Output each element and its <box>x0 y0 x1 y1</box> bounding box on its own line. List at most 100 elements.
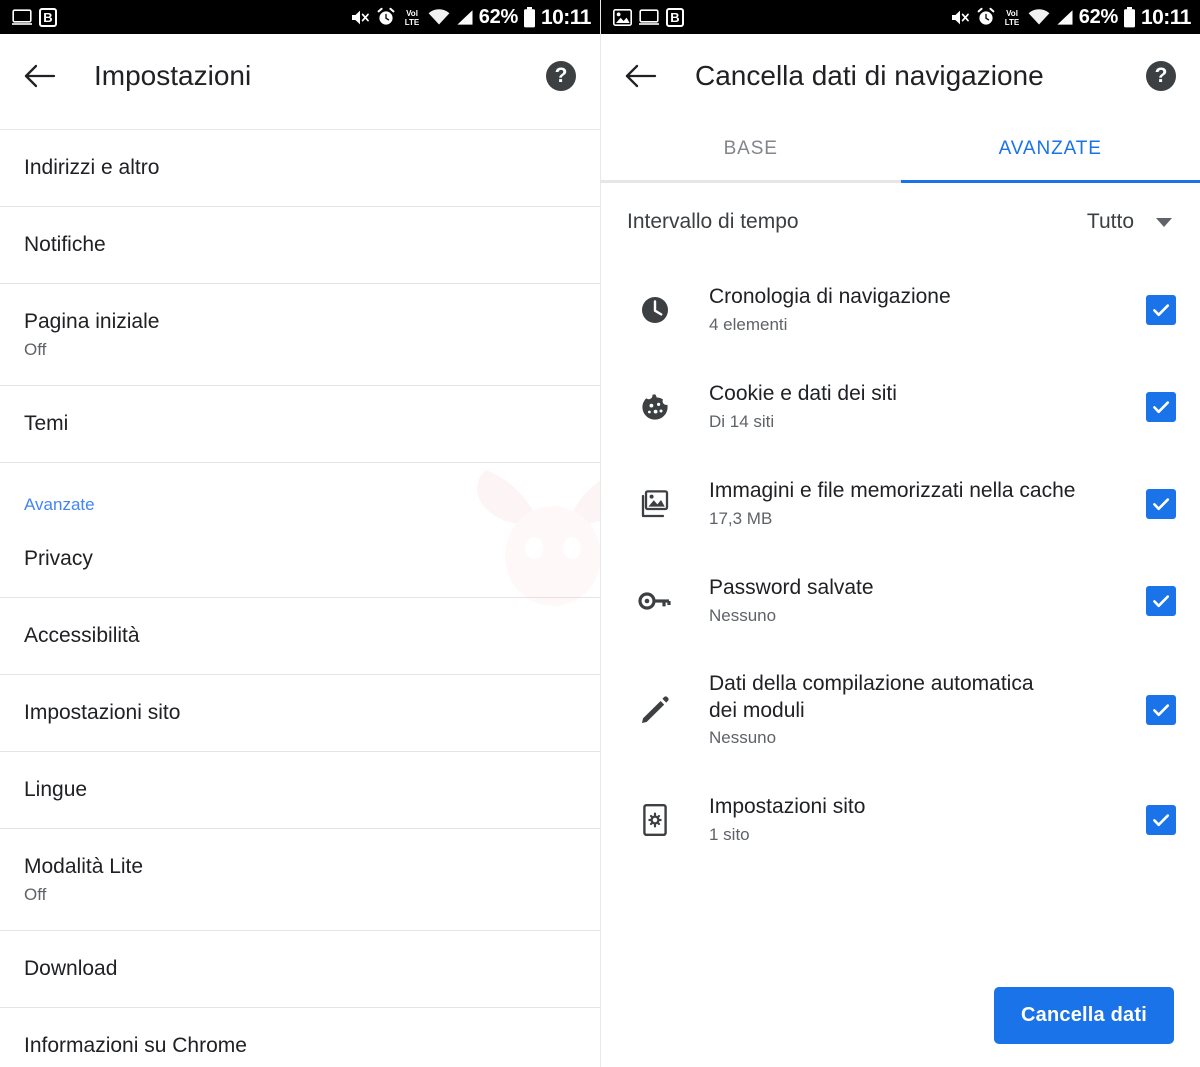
settings-item-label: Impostazioni sito <box>24 700 181 724</box>
svg-text:LTE: LTE <box>405 18 420 27</box>
clear-item-title: Cookie e dati dei siti <box>709 381 897 405</box>
settings-list[interactable]: Indirizzi e altro Notifiche Pagina inizi… <box>0 117 600 1067</box>
pencil-icon <box>627 694 683 726</box>
status-bar-left-icons: B <box>613 7 684 27</box>
clear-data-button[interactable]: Cancella dati <box>994 987 1174 1044</box>
wifi-icon <box>428 8 450 26</box>
battery-percent: 62% <box>1078 6 1118 28</box>
checkbox-cronologia[interactable] <box>1146 294 1176 325</box>
clear-item-sub: 4 elementi <box>709 314 788 334</box>
clear-item-title: Impostazioni sito <box>709 794 866 818</box>
boxed-b-icon: B <box>39 7 57 27</box>
back-arrow-icon[interactable] <box>24 63 68 89</box>
clear-item-password[interactable]: Password salvate Nessuno <box>601 552 1200 649</box>
settings-item-label: Informazioni su Chrome <box>24 1033 247 1057</box>
signal-icon <box>455 9 474 26</box>
site-settings-icon <box>627 803 683 837</box>
tab-base[interactable]: BASE <box>601 117 901 180</box>
tab-avanzate[interactable]: AVANZATE <box>901 117 1200 180</box>
status-bar-clock: 10:11 <box>540 5 592 29</box>
clear-item-sub: 17,3 MB <box>709 508 773 528</box>
tab-bar: BASE AVANZATE <box>601 117 1200 180</box>
time-range-selector[interactable]: Intervallo di tempo Tutto <box>601 183 1200 261</box>
battery-percent: 62% <box>478 6 518 28</box>
chevron-down-icon[interactable] <box>1156 217 1172 227</box>
status-bar-left: B Vol LTE 62% 10:11 <box>0 0 600 34</box>
settings-item-label: Accessibilità <box>24 623 140 647</box>
time-range-value: Tutto <box>1086 210 1134 233</box>
wifi-icon <box>1028 8 1050 26</box>
mute-icon <box>950 8 971 27</box>
settings-item-label: Privacy <box>24 546 93 570</box>
clear-item-impostazioni-sito[interactable]: Impostazioni sito 1 sito <box>601 771 1200 868</box>
image-icon <box>613 8 632 26</box>
settings-item-pagina-iniziale[interactable]: Pagina iniziale Off <box>0 284 600 385</box>
clear-item-sub: Nessuno <box>709 728 777 748</box>
checkbox-cache[interactable] <box>1146 488 1176 519</box>
settings-item-privacy[interactable]: Privacy <box>0 521 600 597</box>
checkbox-compilazione-automatica[interactable] <box>1146 695 1176 725</box>
time-range-label: Intervallo di tempo <box>627 210 799 233</box>
svg-text:Vol: Vol <box>1006 9 1018 18</box>
settings-item-temi[interactable]: Temi <box>0 386 600 462</box>
settings-item-lingue[interactable]: Lingue <box>0 752 600 828</box>
settings-item-sublabel: Off <box>24 884 47 904</box>
settings-item-label: Temi <box>24 411 69 435</box>
clear-item-text: Immagini e file memorizzati nella cache … <box>683 478 1146 529</box>
settings-item-label: Pagina iniziale <box>24 309 160 333</box>
page-title: Cancella dati di navigazione <box>695 59 1044 91</box>
settings-item-download[interactable]: Download <box>0 931 600 1007</box>
page-title: Impostazioni <box>94 59 252 91</box>
clear-item-text: Dati della compilazione automatica dei m… <box>683 671 1146 749</box>
clear-item-title: Immagini e file memorizzati nella cache <box>709 478 1076 502</box>
battery-icon <box>523 6 536 28</box>
clock-icon <box>627 294 683 326</box>
alarm-icon <box>376 7 396 27</box>
settings-item-label: Lingue <box>24 777 88 801</box>
help-circle-icon[interactable]: ? <box>1144 60 1178 91</box>
clear-item-sub: Nessuno <box>709 605 777 625</box>
checkbox-impostazioni-sito[interactable] <box>1146 804 1176 835</box>
settings-item-impostazioni-sito[interactable]: Impostazioni sito <box>0 675 600 751</box>
settings-item-notifiche[interactable]: Notifiche <box>0 207 600 283</box>
clear-item-title: Password salvate <box>709 575 874 599</box>
back-arrow-icon[interactable] <box>625 63 669 89</box>
dual-screenshot-container: B Vol LTE 62% 10:11 Impostazioni ? Indir… <box>0 0 1200 1067</box>
status-bar-right-panel: B Vol LTE 62% 10:11 <box>601 0 1200 34</box>
volte-icon: Vol LTE <box>1001 7 1023 27</box>
help-circle-icon[interactable]: ? <box>544 60 578 91</box>
list-top-strip <box>0 117 600 130</box>
image-icon <box>627 488 683 520</box>
settings-item-indirizzi[interactable]: Indirizzi e altro <box>0 130 600 206</box>
left-panel-settings: B Vol LTE 62% 10:11 Impostazioni ? Indir… <box>0 0 600 1067</box>
help-glyph: ? <box>546 60 576 91</box>
clear-item-text: Cronologia di navigazione 4 elementi <box>683 284 1146 335</box>
boxed-b-icon: B <box>666 7 684 27</box>
settings-item-informazioni-chrome[interactable]: Informazioni su Chrome <box>0 1008 600 1067</box>
checkbox-cookie[interactable] <box>1146 391 1176 422</box>
settings-item-label: Notifiche <box>24 232 106 256</box>
settings-item-accessibilita[interactable]: Accessibilità <box>0 598 600 674</box>
tab-underline-inactive <box>601 180 901 183</box>
action-bar: Cancella dati <box>994 987 1174 1044</box>
status-bar-clock: 10:11 <box>1140 5 1192 29</box>
cast-screen-icon <box>639 9 659 25</box>
right-panel-clear-browsing-data: B Vol LTE 62% 10:11 Cancella dati di nav… <box>600 0 1200 1067</box>
cookie-icon <box>627 391 683 423</box>
clear-item-title: Cronologia di navigazione <box>709 284 951 308</box>
clear-item-cache[interactable]: Immagini e file memorizzati nella cache … <box>601 455 1200 552</box>
clear-item-text: Impostazioni sito 1 sito <box>683 794 1146 845</box>
checkbox-password[interactable] <box>1146 585 1176 616</box>
app-bar-settings: Impostazioni ? <box>0 34 600 117</box>
battery-icon <box>1123 6 1136 28</box>
clear-item-text: Cookie e dati dei siti Di 14 siti <box>683 381 1146 432</box>
mute-icon <box>350 8 371 27</box>
clear-item-cookie[interactable]: Cookie e dati dei siti Di 14 siti <box>601 358 1200 455</box>
clear-item-sub: 1 sito <box>709 824 750 844</box>
settings-item-label: Download <box>24 956 118 980</box>
settings-item-modalita-lite[interactable]: Modalità Lite Off <box>0 829 600 930</box>
clear-item-cronologia[interactable]: Cronologia di navigazione 4 elementi <box>601 261 1200 358</box>
svg-text:Vol: Vol <box>406 9 418 18</box>
signal-icon <box>1055 9 1074 26</box>
clear-item-compilazione-automatica[interactable]: Dati della compilazione automatica dei m… <box>601 649 1200 771</box>
